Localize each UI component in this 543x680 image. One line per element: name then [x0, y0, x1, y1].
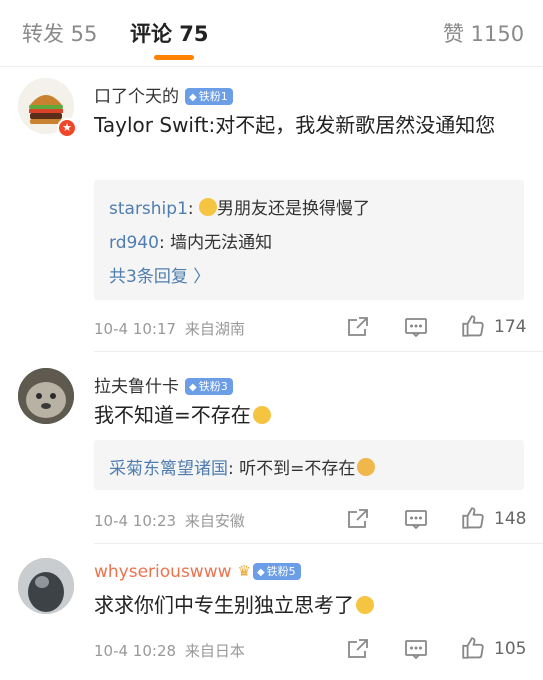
- reply-comment-icon[interactable]: [404, 315, 428, 343]
- comment-item: 拉夫鲁什卡 ◆ 铁粉3 我不知道=不存在 采菊东篱望诸国: 听不到=不存在 10-4…: [0, 352, 543, 542]
- reply-separator: :: [158, 233, 171, 253]
- reply-box[interactable]: 采菊东篱望诸国: 听不到=不存在: [94, 440, 524, 490]
- diamond-icon: ◆: [256, 567, 265, 578]
- comment-location: 来自湖南: [184, 320, 245, 338]
- comment-username[interactable]: whyseriouswww ♛ ◆ 铁粉5: [94, 562, 301, 582]
- comment-text: Taylor Swift:对不起，我发新歌居然没通知您: [94, 113, 496, 137]
- comment-tabs: 转发 55 评论 75 赞 1150: [0, 0, 543, 67]
- fan-badge-label: 铁粉3: [198, 380, 228, 393]
- tab-comments[interactable]: 评论 75: [130, 18, 209, 48]
- comment-text-body: 我不知道=不存在: [94, 403, 251, 427]
- crying-emoji-icon: [356, 596, 374, 614]
- reply-text: 墙内无法通知: [170, 233, 273, 253]
- comment-time: 10-4 10:23: [94, 512, 177, 530]
- view-more-replies-link[interactable]: 共3条回复 〉: [109, 262, 210, 287]
- share-icon[interactable]: [346, 507, 370, 535]
- active-tab-indicator: [154, 55, 194, 60]
- fan-badge: ◆ 铁粉3: [185, 378, 233, 395]
- share-icon[interactable]: [346, 637, 370, 665]
- like-count: 148: [494, 509, 527, 529]
- comment-meta: 10-4 10:23 来自安徽: [94, 510, 245, 531]
- username-text[interactable]: 口了个天的: [94, 87, 179, 107]
- reply-comment-icon[interactable]: [404, 507, 428, 535]
- reply-text: 听不到=不存在: [239, 459, 356, 479]
- animal-avatar-image: [18, 368, 74, 424]
- comment-time: 10-4 10:17: [94, 320, 177, 338]
- like-thumb-icon[interactable]: [460, 635, 486, 665]
- like-thumb-icon[interactable]: [460, 313, 486, 343]
- diamond-icon: ◆: [189, 382, 197, 393]
- reply-comment-icon[interactable]: [404, 637, 428, 665]
- reply-username[interactable]: rd940: [109, 233, 159, 253]
- comment-item: ★ 口了个天的 ◆ 铁粉1 Taylor Swift:对不起，我发新歌居然没通知您 …: [0, 66, 543, 354]
- fan-badge: ◆ 铁粉1: [185, 88, 233, 105]
- fan-badge: ◆ 铁粉5: [252, 563, 301, 580]
- like-count: 174: [494, 317, 527, 337]
- reply-separator: :: [228, 459, 240, 479]
- avatar[interactable]: [18, 558, 74, 614]
- fan-badge-label: 铁粉1: [198, 90, 228, 103]
- reply-box[interactable]: starship1: 男朋友还是换得慢了 rd940: 墙内无法通知 共3条回复…: [94, 180, 524, 300]
- tab-likes[interactable]: 赞 1150: [443, 18, 524, 48]
- avatar[interactable]: [18, 368, 74, 424]
- comment-username[interactable]: 口了个天的 ◆ 铁粉1: [94, 82, 233, 107]
- like-thumb-icon[interactable]: [460, 505, 486, 535]
- comment-location: 来自日本: [184, 642, 245, 660]
- reply-text: 男朋友还是换得慢了: [217, 199, 371, 219]
- comment-text: 我不知道=不存在: [94, 400, 525, 430]
- reply-line: starship1: 男朋友还是换得慢了: [109, 194, 370, 219]
- comment-location: 来自安徽: [184, 512, 245, 530]
- reply-separator: :: [187, 199, 200, 219]
- reply-username[interactable]: 采菊东篱望诸国: [109, 459, 228, 479]
- share-icon[interactable]: [346, 315, 370, 343]
- reply-line: rd940: 墙内无法通知: [109, 228, 272, 253]
- username-text[interactable]: 拉夫鲁什卡: [94, 377, 179, 397]
- like-count: 105: [494, 639, 527, 659]
- comment-text: 求求你们中专生别独立思考了: [94, 590, 525, 620]
- reply-username[interactable]: starship1: [109, 199, 188, 219]
- diamond-icon: ◆: [189, 92, 197, 103]
- comment-meta: 10-4 10:28 来自日本: [94, 640, 245, 661]
- comment-item: whyseriouswww ♛ ◆ 铁粉5 求求你们中专生别独立思考了 10-4 10…: [0, 544, 543, 680]
- vip-star-badge-icon: ★: [57, 118, 77, 138]
- comment-time: 10-4 10:28: [94, 642, 177, 660]
- photo-avatar-image: [18, 558, 74, 614]
- reply-line: 采菊东篱望诸国: 听不到=不存在: [109, 454, 376, 479]
- fan-badge-label: 铁粉5: [266, 565, 296, 578]
- emoji-face-icon: [199, 198, 218, 216]
- laughing-emoji-icon: [252, 406, 271, 424]
- comment-username[interactable]: 拉夫鲁什卡 ◆ 铁粉3: [94, 372, 233, 397]
- comment-text-body: 求求你们中专生别独立思考了: [94, 593, 354, 617]
- username-text[interactable]: whyseriouswww: [94, 562, 232, 582]
- tab-reposts[interactable]: 转发 55: [22, 18, 97, 48]
- cat-emoji-icon: [357, 458, 376, 476]
- crown-medal-icon: ♛: [237, 562, 251, 580]
- comment-meta: 10-4 10:17 来自湖南: [94, 318, 245, 339]
